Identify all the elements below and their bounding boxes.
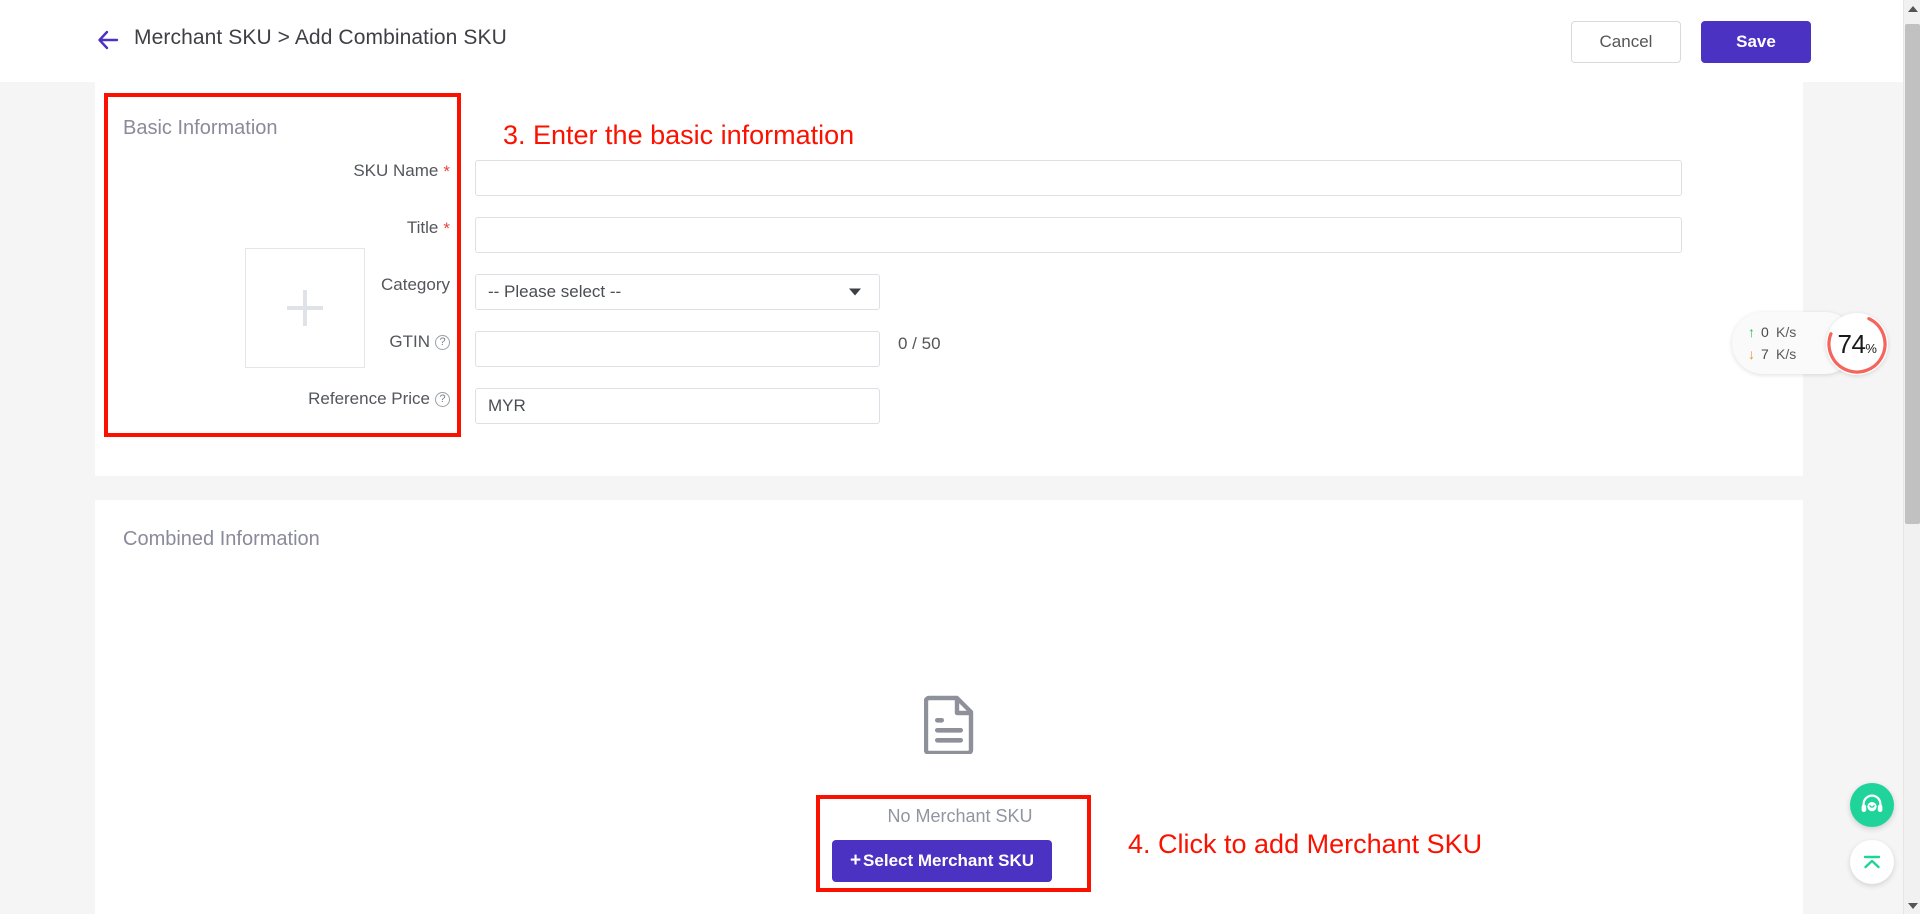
combined-information-title: Combined Information	[123, 528, 320, 550]
gtin-char-counter: 0 / 50	[898, 334, 941, 353]
select-merchant-sku-button[interactable]: + Select Merchant SKU	[832, 840, 1052, 882]
breadcrumb[interactable]: Merchant SKU > Add Combination SKU	[134, 26, 507, 50]
label-text: Title	[406, 218, 439, 237]
plus-icon	[287, 290, 323, 326]
label-text: Reference Price	[308, 389, 430, 408]
customer-support-button[interactable]	[1850, 783, 1894, 827]
save-button[interactable]: Save	[1701, 21, 1811, 63]
gtin-input[interactable]	[475, 331, 880, 367]
arrow-up-icon: ↑	[1748, 324, 1755, 340]
percent-symbol: %	[1865, 340, 1877, 356]
annotation-step-4: 4. Click to add Merchant SKU	[1128, 829, 1483, 859]
download-speed-value: 7	[1761, 346, 1769, 362]
scroll-to-top-button[interactable]	[1850, 840, 1894, 884]
sku-name-input[interactable]	[475, 160, 1682, 196]
scroll-down-arrow-icon[interactable]	[1904, 897, 1920, 914]
label-text: Category	[381, 275, 450, 294]
chevron-down-icon	[849, 288, 861, 296]
scroll-up-arrow-icon[interactable]	[1904, 0, 1920, 17]
plus-icon: +	[849, 850, 862, 871]
vertical-scrollbar[interactable]	[1903, 0, 1920, 914]
title-input[interactable]	[475, 217, 1682, 253]
reference-price-input[interactable]	[475, 388, 880, 424]
label-reference-price: Reference Price ?	[230, 389, 450, 409]
category-selected-value: -- Please select --	[488, 282, 622, 301]
upload-speed-unit: K/s	[1776, 324, 1797, 340]
label-title: Title *	[250, 218, 450, 238]
cancel-button[interactable]: Cancel	[1571, 21, 1681, 63]
arrow-down-icon: ↓	[1748, 346, 1755, 362]
memory-percent-indicator[interactable]: 74%	[1826, 313, 1888, 375]
empty-state-text: No Merchant SKU	[887, 806, 1033, 826]
question-circle-icon[interactable]: ?	[435, 334, 450, 350]
annotation-step-3: 3. Enter the basic information	[503, 120, 855, 150]
percent-value: 74	[1837, 328, 1866, 359]
category-select[interactable]: -- Please select --	[475, 274, 880, 310]
label-text: SKU Name	[353, 161, 439, 180]
label-sku-name: SKU Name *	[250, 161, 450, 181]
page-root: Merchant SKU > Add Combination SKU Cance…	[0, 0, 1920, 914]
scrollbar-thumb[interactable]	[1905, 24, 1920, 524]
page-header: Merchant SKU > Add Combination SKU Cance…	[0, 0, 1903, 82]
required-marker: *	[443, 218, 450, 238]
download-speed-unit: K/s	[1776, 346, 1797, 362]
question-circle-icon[interactable]: ?	[435, 391, 450, 407]
chevron-up-bar-icon	[1863, 855, 1881, 869]
label-text: GTIN	[389, 332, 430, 351]
headset-icon	[1861, 794, 1883, 812]
basic-information-title: Basic Information	[123, 117, 278, 139]
select-merchant-sku-label: Select Merchant SKU	[863, 851, 1035, 870]
document-icon	[923, 694, 976, 756]
required-marker: *	[443, 161, 450, 181]
label-category: Category	[250, 275, 450, 295]
label-gtin: GTIN ?	[250, 332, 450, 352]
upload-speed-value: 0	[1761, 324, 1769, 340]
percent-label: 74%	[1838, 329, 1877, 360]
arrow-left-icon[interactable]	[96, 27, 122, 53]
